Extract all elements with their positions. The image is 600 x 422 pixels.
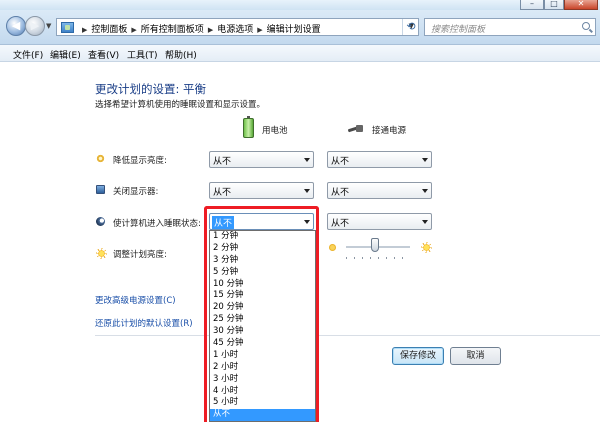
forward-arrow-icon: ▶ bbox=[30, 19, 40, 32]
dim-display-battery-select[interactable]: 从不 bbox=[209, 151, 314, 168]
page-title: 更改计划的设置: 平衡 bbox=[95, 82, 207, 96]
back-button[interactable]: ◀ bbox=[6, 16, 26, 36]
search-icon[interactable] bbox=[582, 22, 590, 30]
brightness-low-icon bbox=[329, 244, 336, 251]
breadcrumb-chevron-icon[interactable]: ▶ bbox=[82, 26, 87, 34]
select-value: 从不 bbox=[331, 188, 350, 198]
select-value: 从不 bbox=[331, 157, 350, 167]
control-panel-icon bbox=[61, 22, 74, 33]
breadcrumb: ▶ 控制面板 ▶ 所有控制面板项 ▶ 电源选项 ▶ 编辑计划设置 bbox=[78, 22, 321, 35]
back-arrow-icon: ◀ bbox=[11, 19, 21, 32]
chevron-down-icon bbox=[422, 220, 428, 224]
dropdown-option[interactable]: 4 小时 bbox=[210, 386, 315, 398]
dropdown-option[interactable]: 45 分钟 bbox=[210, 338, 315, 350]
menu-view[interactable]: 查看(V) bbox=[88, 47, 119, 62]
recent-pages-dropdown[interactable]: ▼ bbox=[46, 22, 51, 30]
chevron-down-icon bbox=[422, 158, 428, 162]
slider-thumb[interactable] bbox=[370, 238, 379, 252]
chevron-down-icon bbox=[304, 220, 310, 224]
address-bar[interactable]: ▶ 控制面板 ▶ 所有控制面板项 ▶ 电源选项 ▶ 编辑计划设置 ▼ bbox=[56, 18, 419, 36]
breadcrumb-chevron-icon[interactable]: ▶ bbox=[131, 26, 136, 34]
divider bbox=[95, 335, 600, 336]
dim-display-plugged-select[interactable]: 从不 bbox=[327, 151, 432, 168]
breadcrumb-item[interactable]: 电源选项 bbox=[217, 25, 253, 35]
chevron-down-icon bbox=[422, 189, 428, 193]
select-value: 从不 bbox=[213, 157, 232, 167]
dropdown-option[interactable]: 20 分钟 bbox=[210, 302, 315, 314]
dim-display-label: 降低显示亮度: bbox=[113, 156, 167, 166]
dropdown-option[interactable]: 1 分钟 bbox=[210, 231, 315, 243]
close-button[interactable]: ✕ bbox=[564, 0, 598, 10]
slider-ticks bbox=[346, 257, 410, 259]
select-value: 从不 bbox=[213, 188, 232, 198]
turn-off-display-label: 关闭显示器: bbox=[113, 187, 159, 197]
brightness-high-icon bbox=[421, 242, 432, 253]
dim-display-icon bbox=[96, 154, 105, 163]
menu-tools[interactable]: 工具(T) bbox=[127, 47, 158, 62]
dropdown-option[interactable]: 2 小时 bbox=[210, 362, 315, 374]
minimize-button[interactable]: – bbox=[520, 0, 544, 10]
cancel-button[interactable]: 取消 bbox=[450, 347, 501, 365]
dropdown-option[interactable]: 1 小时 bbox=[210, 350, 315, 362]
advanced-power-settings-link[interactable]: 更改高级电源设置(C) bbox=[95, 294, 176, 306]
dropdown-option[interactable]: 5 小时 bbox=[210, 397, 315, 409]
sleep-moon-icon bbox=[96, 217, 105, 226]
column-header-plugged: 接通电源 bbox=[372, 126, 407, 136]
battery-icon bbox=[243, 116, 254, 138]
menu-help[interactable]: 帮助(H) bbox=[165, 47, 197, 62]
page-subtitle: 选择希望计算机使用的睡眠设置和显示设置。 bbox=[95, 100, 266, 110]
breadcrumb-item[interactable]: 编辑计划设置 bbox=[267, 25, 321, 35]
power-plug-icon bbox=[348, 125, 364, 133]
refresh-button[interactable]: ⟲ bbox=[402, 19, 419, 35]
sleep-label: 使计算机进入睡眠状态: bbox=[113, 219, 201, 229]
search-placeholder: 搜索控制面板 bbox=[431, 25, 486, 35]
dropdown-option[interactable]: 15 分钟 bbox=[210, 290, 315, 302]
chevron-down-icon bbox=[304, 158, 310, 162]
column-header-battery: 用电池 bbox=[262, 126, 288, 136]
dropdown-option[interactable]: 10 分钟 bbox=[210, 279, 315, 291]
sleep-battery-dropdown-list[interactable]: 1 分钟 2 分钟 3 分钟 5 分钟 10 分钟 15 分钟 20 分钟 25 分钟 30 分… bbox=[209, 230, 316, 422]
brightness-label: 调整计划亮度: bbox=[113, 250, 167, 260]
turn-off-display-plugged-select[interactable]: 从不 bbox=[327, 182, 432, 199]
sleep-battery-select[interactable]: 从不 bbox=[209, 213, 314, 230]
search-input[interactable]: 搜索控制面板 bbox=[424, 18, 596, 36]
breadcrumb-chevron-icon[interactable]: ▶ bbox=[208, 26, 213, 34]
forward-button[interactable]: ▶ bbox=[25, 16, 45, 36]
breadcrumb-item[interactable]: 所有控制面板项 bbox=[141, 25, 204, 35]
restore-defaults-link[interactable]: 还原此计划的默认设置(R) bbox=[95, 317, 193, 329]
dropdown-option[interactable]: 30 分钟 bbox=[210, 326, 315, 338]
maximize-button[interactable]: □ bbox=[544, 0, 564, 10]
breadcrumb-item[interactable]: 控制面板 bbox=[91, 25, 127, 35]
navigation-bar: ◀ ▶ ▼ ▶ 控制面板 ▶ 所有控制面板项 ▶ 电源选项 ▶ 编辑计划设置 ▼ ⟲ 搜索控制… bbox=[0, 10, 600, 45]
monitor-icon bbox=[96, 185, 105, 194]
menu-bar: 文件(F) 编辑(E) 查看(V) 工具(T) 帮助(H) bbox=[0, 45, 600, 62]
dropdown-option[interactable]: 2 分钟 bbox=[210, 243, 315, 255]
dropdown-option[interactable]: 从不 bbox=[210, 409, 315, 421]
chevron-down-icon bbox=[304, 189, 310, 193]
dropdown-option[interactable]: 25 分钟 bbox=[210, 314, 315, 326]
breadcrumb-chevron-icon[interactable]: ▶ bbox=[257, 26, 262, 34]
turn-off-display-battery-select[interactable]: 从不 bbox=[209, 182, 314, 199]
sleep-plugged-select[interactable]: 从不 bbox=[327, 213, 432, 230]
menu-edit[interactable]: 编辑(E) bbox=[50, 47, 81, 62]
dropdown-option[interactable]: 3 分钟 bbox=[210, 255, 315, 267]
menu-file[interactable]: 文件(F) bbox=[13, 47, 43, 62]
window-title-bar bbox=[0, 0, 600, 10]
refresh-icon: ⟲ bbox=[406, 20, 416, 33]
dropdown-option[interactable]: 5 分钟 bbox=[210, 267, 315, 279]
save-changes-button[interactable]: 保存修改 bbox=[392, 347, 444, 365]
brightness-sun-icon bbox=[96, 248, 107, 259]
dropdown-option[interactable]: 3 小时 bbox=[210, 374, 315, 386]
select-value: 从不 bbox=[331, 219, 350, 229]
select-value: 从不 bbox=[212, 216, 235, 229]
